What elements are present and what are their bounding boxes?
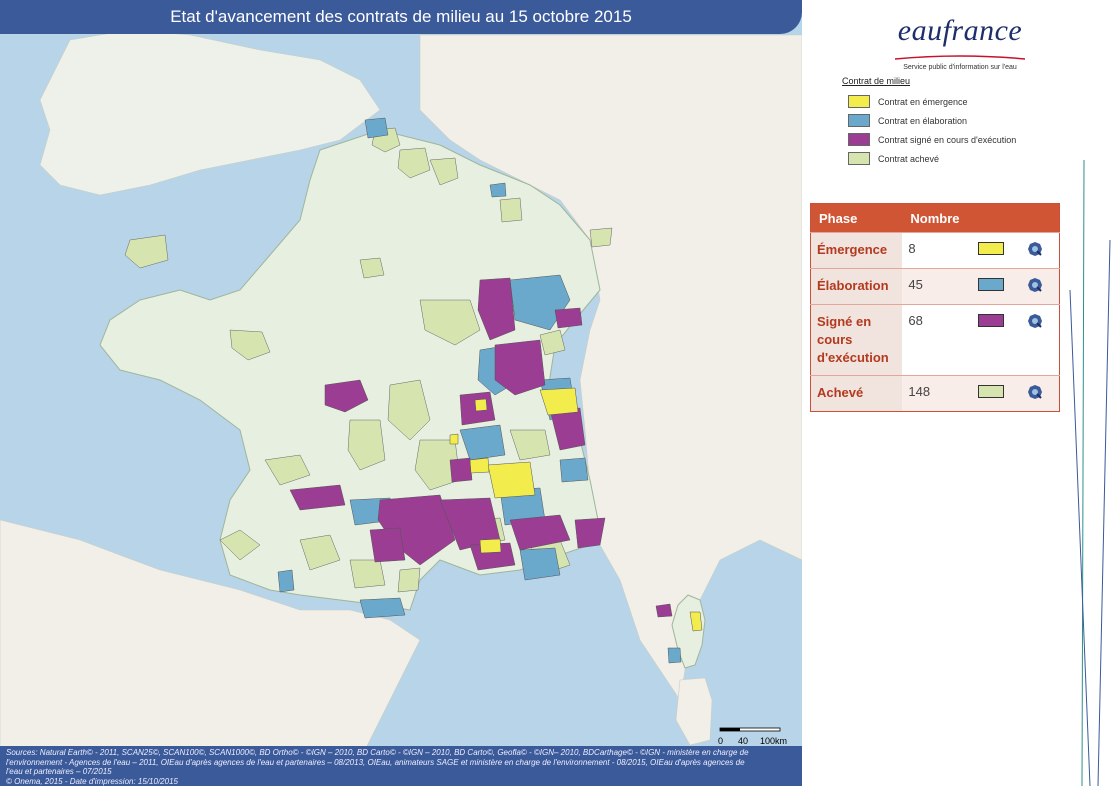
zoom-map-icon[interactable]	[1027, 277, 1043, 293]
table-header-row: Phase Nombre	[810, 203, 1060, 233]
brand-logo: eaufrance Service public d'information s…	[890, 14, 1030, 71]
phase-name: Émergence	[810, 232, 903, 269]
table-row[interactable]: Élaboration 45	[810, 268, 1060, 305]
sources-footer: Sources: Natural Earth© - 2011, SCAN25©,…	[0, 746, 802, 786]
column-header-nombre: Nombre	[902, 203, 1060, 233]
zoom-map-icon[interactable]	[1027, 313, 1043, 329]
sources-line: l'environnement - Agences de l'eau – 201…	[6, 757, 745, 767]
legend-swatch	[848, 152, 870, 165]
phase-swatch	[978, 385, 1005, 398]
phase-count: 45	[902, 268, 973, 305]
table-row[interactable]: Émergence 8	[810, 232, 1060, 269]
scale-bar: 0 40 100km	[718, 726, 788, 746]
legend-label: Contrat signé en cours d'exécution	[878, 134, 1017, 145]
legend-label: Contrat en émergence	[878, 96, 968, 107]
legend-item-elaboration: Contrat en élaboration	[842, 111, 1016, 130]
phase-table: Phase Nombre Émergence 8 Élaboration 45 …	[810, 203, 1060, 412]
legend-swatch	[848, 114, 870, 127]
legend-item-emergence: Contrat en émergence	[842, 92, 1016, 111]
brand-swoosh	[894, 55, 1026, 60]
zoom-map-icon[interactable]	[1027, 241, 1043, 257]
phase-count: 68	[902, 304, 973, 376]
phase-swatch	[978, 242, 1005, 255]
table-row[interactable]: Achevé 148	[810, 375, 1060, 412]
legend-title: Contrat de milieu	[842, 76, 911, 86]
legend-label: Contrat achevé	[878, 153, 940, 164]
legend-item-acheve: Contrat achevé	[842, 149, 1016, 168]
phase-swatch	[978, 314, 1005, 327]
sources-line: © Onema, 2015 - Date d'impression: 15/10…	[6, 776, 178, 786]
map-canvas[interactable]	[0, 0, 802, 786]
legend: Contrat de milieu Contrat en émergence C…	[842, 76, 1016, 168]
table-row[interactable]: Signé en cours d'exécution 68	[810, 304, 1060, 376]
scale-bar-graphic	[719, 727, 781, 732]
legend-swatch	[848, 95, 870, 108]
sources-line: l'eau et partenaires – 07/2015	[6, 767, 112, 776]
scale-label-0: 0	[718, 736, 724, 746]
scale-label-40: 40	[738, 736, 749, 746]
map-panel[interactable]: Etat d'avancement des contrats de milieu…	[0, 0, 802, 786]
brand-tagline: Service public d'information sur l'eau	[903, 64, 1017, 71]
column-header-phase: Phase	[810, 203, 903, 233]
phase-count: 148	[902, 375, 973, 412]
phase-name: Achevé	[810, 375, 903, 412]
legend-swatch	[848, 133, 870, 146]
phase-swatch	[978, 278, 1005, 291]
zoom-map-icon[interactable]	[1027, 384, 1043, 400]
phase-count: 8	[902, 232, 973, 269]
sources-line: Sources: Natural Earth© - 2011, SCAN25©,…	[6, 748, 749, 757]
decorative-lines	[1069, 159, 1111, 786]
legend-label: Contrat en élaboration	[878, 115, 968, 126]
map-title: Etat d'avancement des contrats de milieu…	[0, 0, 802, 34]
phase-name: Élaboration	[810, 268, 903, 305]
brand-name: eaufrance	[897, 14, 1023, 47]
phase-name: Signé en cours d'exécution	[810, 304, 903, 376]
scale-label-100km: 100km	[760, 736, 788, 746]
legend-item-signe: Contrat signé en cours d'exécution	[842, 130, 1016, 149]
